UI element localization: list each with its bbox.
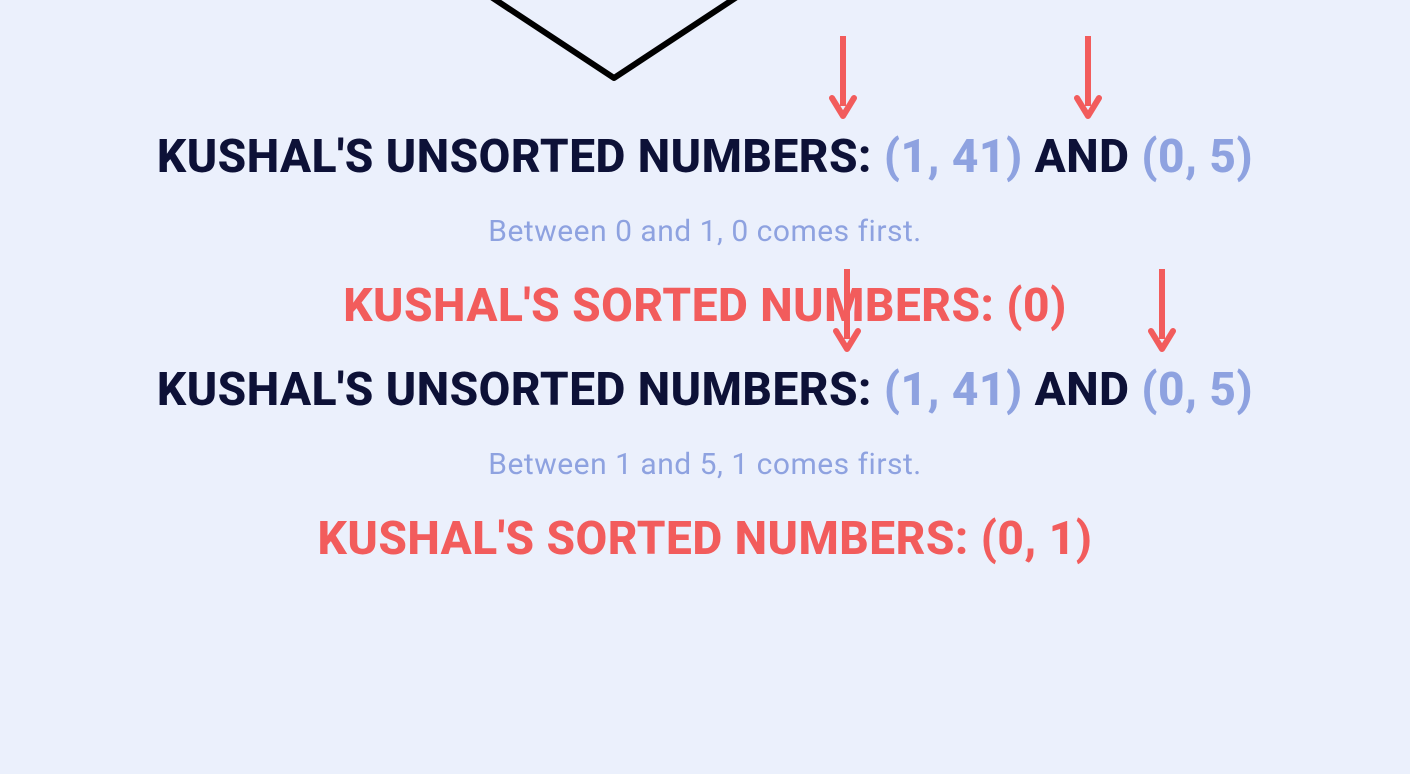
unsorted-numbers-2: KUSHAL'S UNSORTED NUMBERS: (1, 41) AND (… (157, 363, 1253, 417)
unsorted-numbers-1: KUSHAL'S UNSORTED NUMBERS: (1, 41) AND (… (157, 130, 1253, 184)
arrow-down-icon (1074, 36, 1102, 120)
sorted-numbers-1: KUSHAL'S SORTED NUMBERS: (0) (0, 279, 1410, 333)
tuple-1b: (0, 5) (1141, 130, 1253, 184)
diagram-content: KUSHAL'S UNSORTED NUMBERS: (1, 41) AND (… (0, 0, 1410, 596)
tuple-2b: (0, 5) (1141, 363, 1253, 417)
unsorted-label: KUSHAL'S UNSORTED NUMBERS: (157, 363, 884, 417)
sorted-numbers-2: KUSHAL'S SORTED NUMBERS: (0, 1) (0, 512, 1410, 566)
explain-1: Between 0 and 1, 0 comes first. (0, 214, 1410, 249)
unsorted-label: KUSHAL'S UNSORTED NUMBERS: (157, 130, 884, 184)
and-word: AND (1023, 130, 1142, 184)
step-1: KUSHAL'S UNSORTED NUMBERS: (1, 41) AND (… (0, 130, 1410, 333)
explain-2: Between 1 and 5, 1 comes first. (0, 447, 1410, 482)
step-2: KUSHAL'S UNSORTED NUMBERS: (1, 41) AND (… (0, 363, 1410, 566)
tuple-1a: (1, 41) (884, 130, 1023, 184)
and-word: AND (1023, 363, 1142, 417)
tuple-2a: (1, 41) (884, 363, 1023, 417)
arrow-down-icon (829, 36, 857, 120)
